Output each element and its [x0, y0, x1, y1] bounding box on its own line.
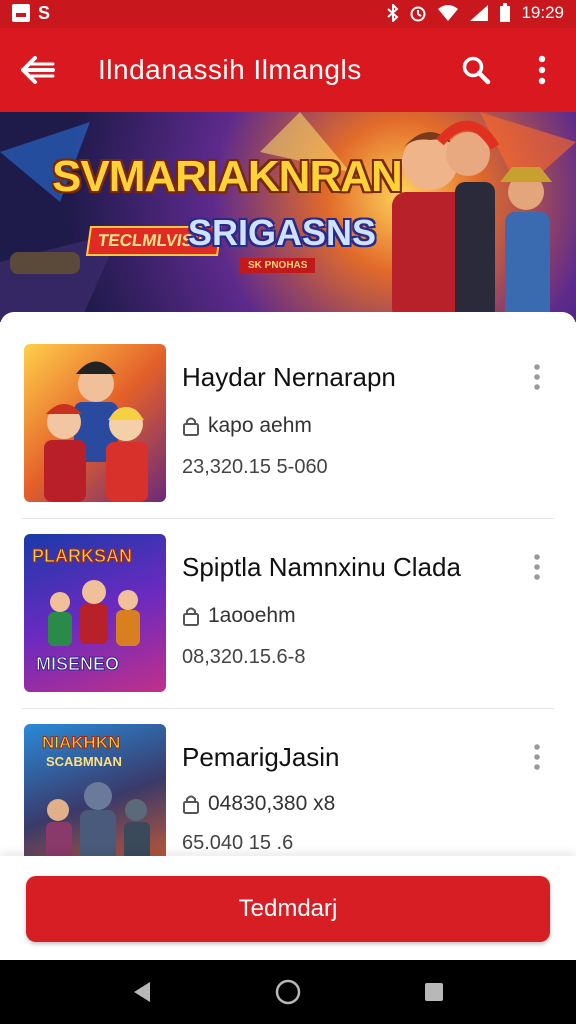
list-item[interactable]: Haydar Nernarapn kapo aehm 23,320.15 5-0… — [0, 330, 576, 516]
primary-action-button[interactable]: Tedmdarj — [26, 876, 550, 942]
alarm-icon — [410, 6, 426, 22]
overflow-menu-button[interactable] — [522, 50, 562, 90]
item-meta: 1aooehm — [182, 604, 296, 628]
item-more-button[interactable] — [524, 742, 550, 772]
s-icon: S — [38, 3, 51, 23]
nav-recents-icon — [425, 983, 443, 1001]
promo-banner[interactable]: SVMARIAKNRAN TECLMLVISIN SRIGASNS SK PNO… — [0, 112, 576, 322]
banner-title: SVMARIAKNRAN — [52, 152, 403, 201]
more-vert-icon — [534, 744, 540, 770]
nav-back-button[interactable] — [122, 976, 162, 1008]
system-nav-bar — [0, 960, 576, 1024]
item-meta-text: 1aooehm — [208, 604, 296, 627]
bottom-action-area: Tedmdarj — [0, 856, 576, 960]
list-item[interactable]: PLARKSAN MISENEO Spiptla Namnxinu Clada … — [0, 520, 576, 706]
thumbnail-art: NIAKHKN SCABMNAN — [42, 733, 150, 860]
thumb-text-top: NIAKHKN — [42, 733, 120, 752]
status-time: 19:29 — [521, 3, 564, 22]
nav-back-icon — [134, 982, 150, 1002]
thumb-text-bottom: MISENEO — [36, 654, 119, 674]
item-more-button[interactable] — [524, 362, 550, 392]
thumbnail-art: PLARKSAN MISENEO — [32, 546, 140, 675]
battery-icon — [500, 3, 511, 22]
game-list: Haydar Nernarapn kapo aehm 23,320.15 5-0… — [0, 312, 576, 860]
image-icon — [12, 4, 30, 22]
lock-icon — [183, 607, 199, 626]
status-left-icons: S — [12, 4, 50, 22]
more-vert-icon — [538, 55, 546, 85]
item-thumbnail — [24, 344, 166, 502]
list-item[interactable]: NIAKHKN SCABMNAN PemarigJasin 04830,380 … — [0, 710, 576, 860]
item-meta: 04830,380 x8 — [182, 792, 335, 816]
status-right-icons: 19:29 — [387, 3, 564, 23]
bluetooth-icon — [387, 4, 399, 22]
divider — [22, 518, 554, 519]
item-number: 65.040 15 .6 — [182, 832, 294, 854]
wifi-icon — [438, 5, 459, 21]
lock-icon — [183, 795, 199, 814]
item-thumbnail: PLARKSAN MISENEO — [24, 534, 166, 692]
item-number: 08,320.15.6-8 — [182, 646, 306, 668]
thumb-text-top: PLARKSAN — [32, 546, 132, 566]
back-button[interactable] — [18, 50, 58, 90]
page-title: Ilndanassih Ilmangls — [98, 54, 362, 85]
item-title: Haydar Nernarapn — [182, 362, 396, 392]
thumbnail-art — [44, 361, 148, 502]
nav-home-icon — [275, 979, 301, 1005]
more-vert-icon — [534, 554, 540, 580]
nav-home-button[interactable] — [268, 976, 308, 1008]
search-button[interactable] — [456, 50, 496, 90]
search-icon — [462, 56, 491, 85]
item-title: PemarigJasin — [182, 742, 340, 772]
item-number: 23,320.15 5-060 — [182, 456, 328, 478]
thumb-text-bottom: SCABMNAN — [46, 754, 122, 769]
app-bar: Ilndanassih Ilmangls — [0, 28, 576, 112]
item-thumbnail: NIAKHKN SCABMNAN — [24, 724, 166, 860]
item-title: Spiptla Namnxinu Clada — [182, 552, 461, 582]
banner-tag: SK PNOHAS — [240, 258, 316, 273]
status-bar: S 19:29 — [0, 0, 576, 28]
signal-icon — [470, 5, 489, 21]
more-vert-icon — [534, 364, 540, 390]
divider — [22, 708, 554, 709]
banner-subtitle: SRIGASNS — [188, 212, 377, 253]
back-arrow-icon — [21, 56, 55, 84]
nav-recents-button[interactable] — [414, 976, 454, 1008]
item-meta: kapo aehm — [182, 414, 312, 438]
item-meta-text: kapo aehm — [208, 414, 312, 437]
item-meta-text: 04830,380 x8 — [208, 792, 336, 815]
item-more-button[interactable] — [524, 552, 550, 582]
lock-icon — [183, 417, 199, 436]
